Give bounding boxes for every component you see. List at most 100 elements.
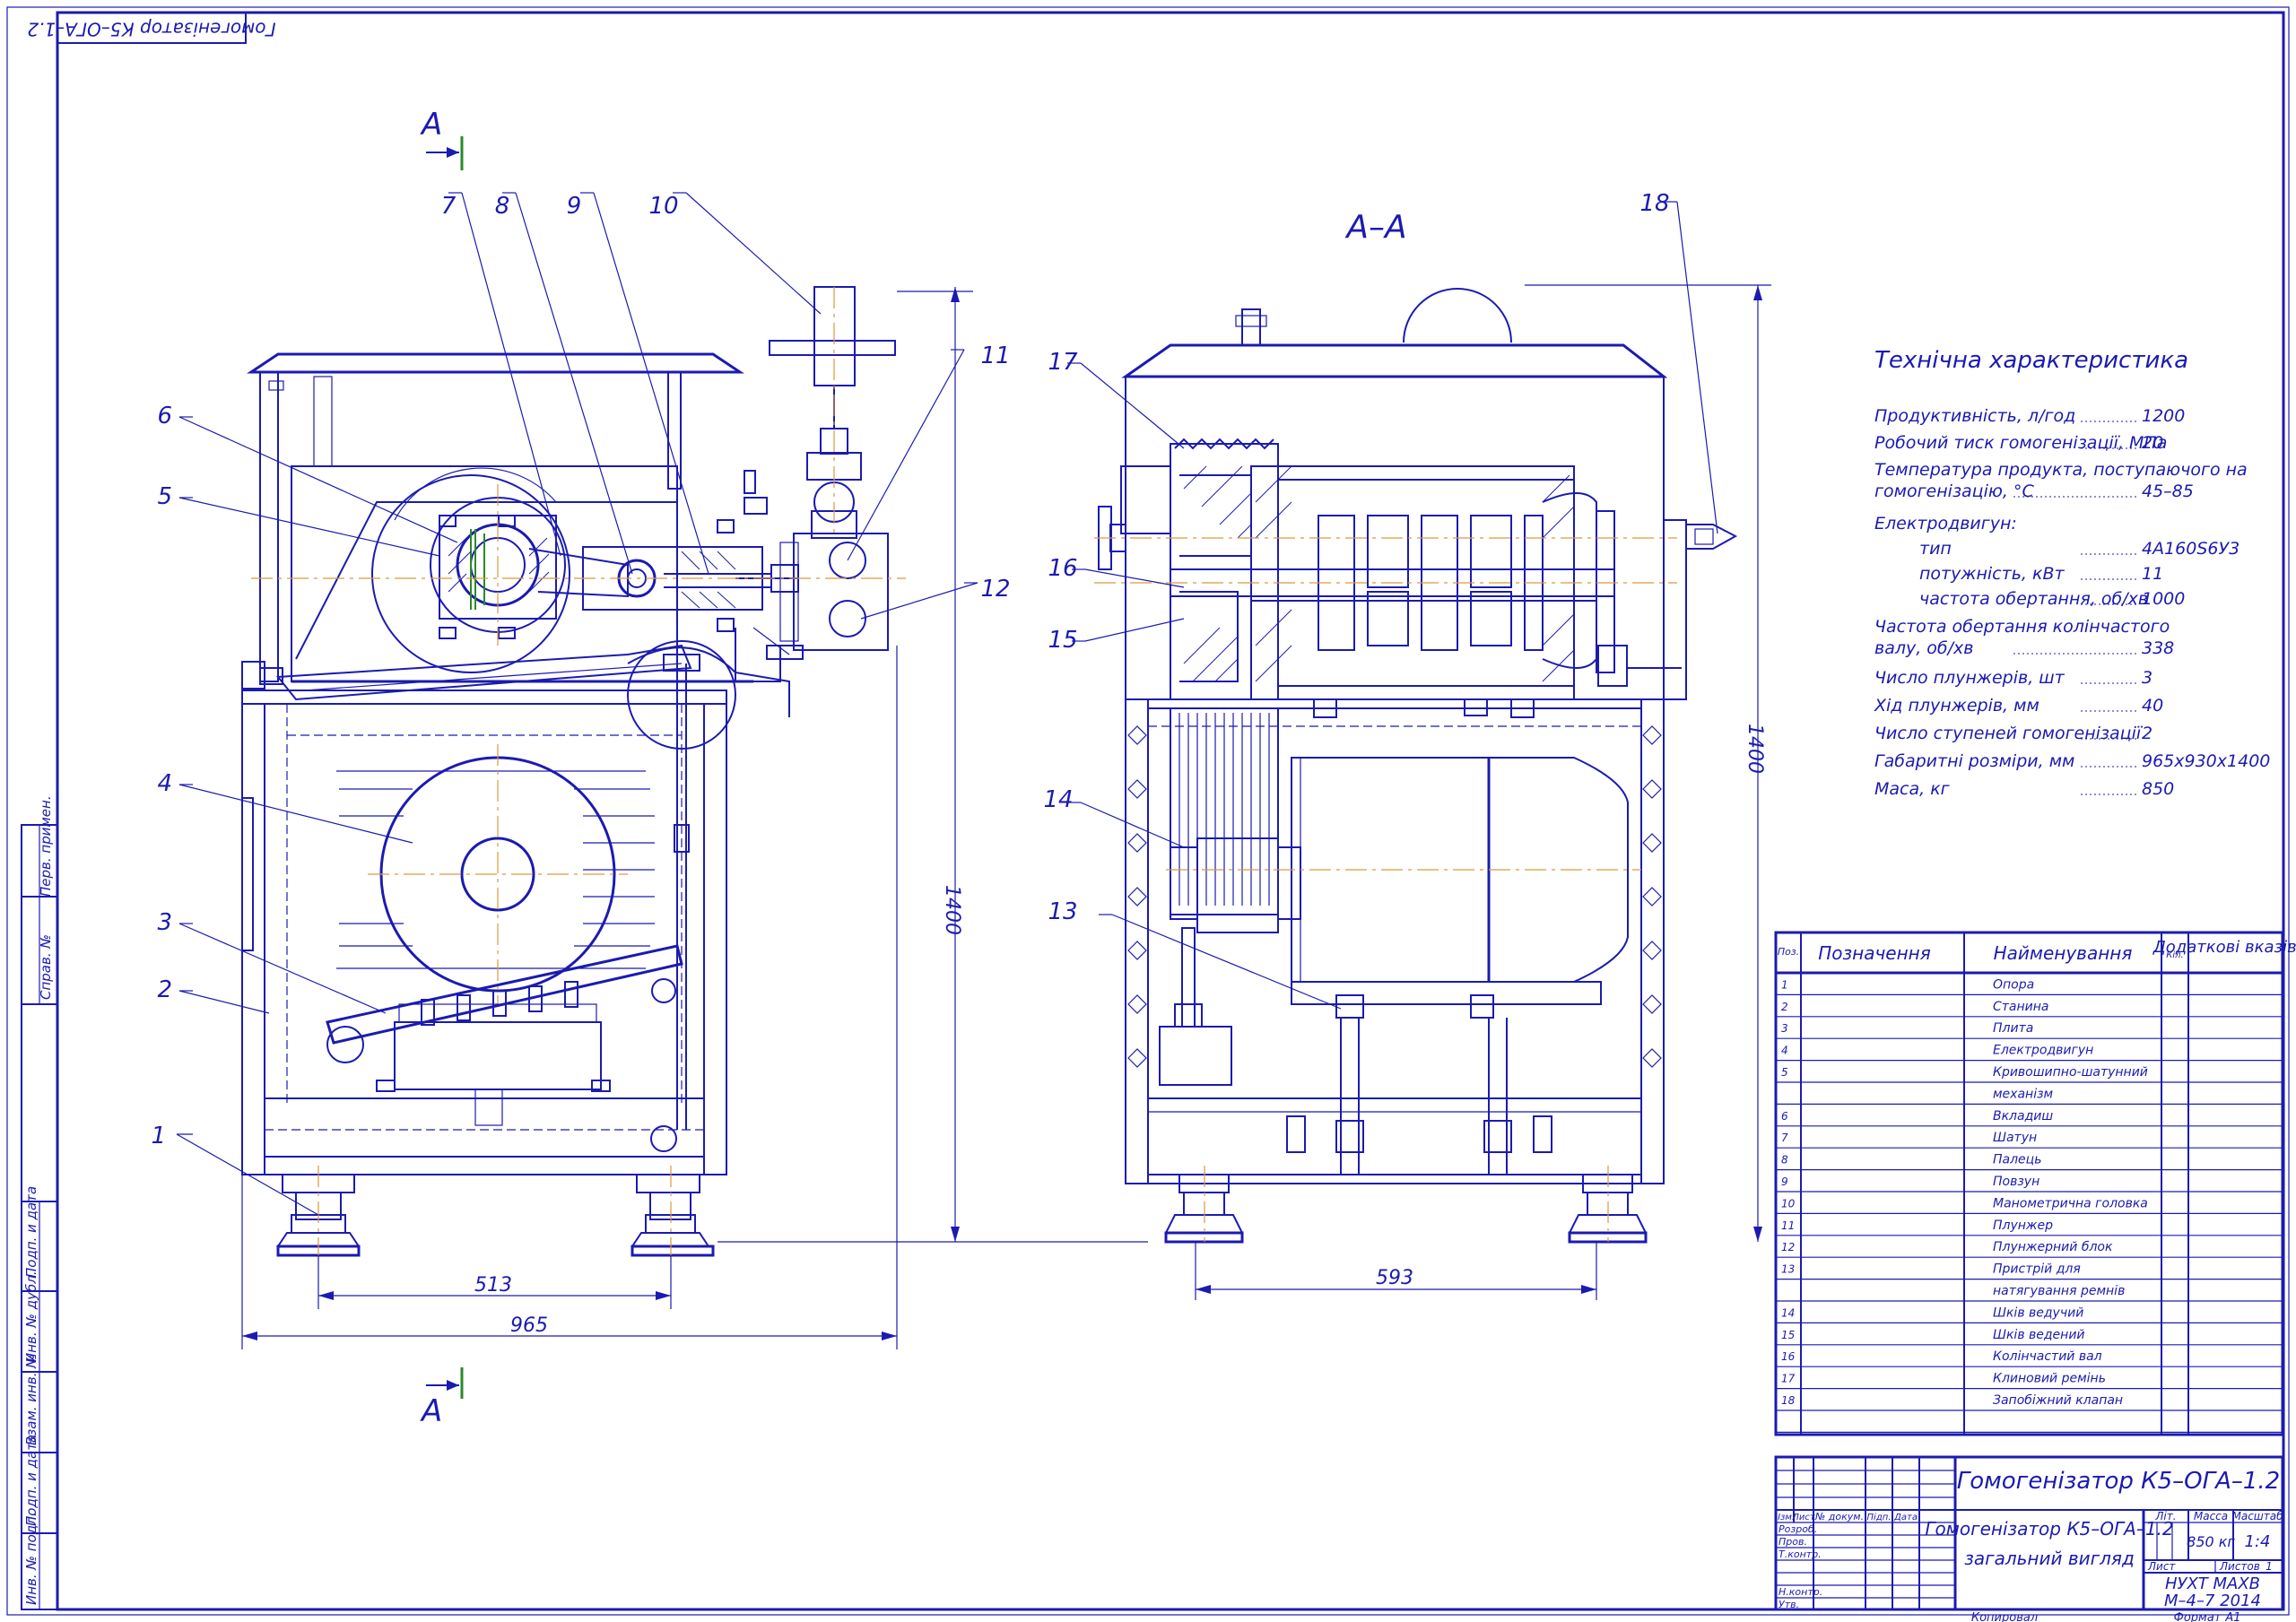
- title-block: Ізм Лист № докум. Підп. Дата Розроб. Про…: [1774, 1455, 2284, 1622]
- spec-value-8: 3: [2142, 668, 2152, 688]
- tb-sheets-value: 1: [2266, 1560, 2273, 1573]
- parts-row-name: Повзун: [1993, 1175, 2039, 1189]
- left-view: А А 513 965 1400 1 2 3 4 5 6 7 8 9 10 11…: [151, 107, 1148, 1429]
- parts-row-name: Кривошипно-шатунний: [1993, 1065, 2148, 1080]
- tb-format-label: Формат: [2174, 1611, 2222, 1622]
- section-mark-top: А: [420, 107, 442, 143]
- parts-header-pos: Поз.: [1778, 946, 1799, 958]
- tb-scale-label: Масштаб: [2231, 1510, 2283, 1522]
- spec-label-6: частота обертання, об/хв: [1919, 589, 2148, 609]
- callout-2: 2: [157, 976, 172, 1003]
- tb-designation: Гомогенізатор К5–ОГА–1.2: [1957, 1468, 2280, 1495]
- tb-scale-value: 1:4: [2245, 1532, 2271, 1551]
- parts-row-name: Клиновий ремінь: [1993, 1372, 2106, 1386]
- parts-row-pos: 12: [1781, 1241, 1795, 1253]
- parts-row-name: Плита: [1993, 1021, 2033, 1036]
- callout-8: 8: [495, 193, 510, 220]
- spec-value-6: 1000: [2142, 589, 2185, 609]
- parts-row-pos: 9: [1781, 1175, 1788, 1188]
- parts-row-pos: 2: [1781, 1001, 1788, 1013]
- side-stamp-4: Инв. № дубл.: [23, 1271, 39, 1363]
- tb-lit-label: Літ.: [2154, 1510, 2176, 1522]
- tb-row-nkontr: Н.контр.: [1779, 1586, 1822, 1598]
- top-stamp-text: Гомогенізатор К5–ОГА–1.2: [27, 19, 275, 40]
- tb-col-doc: № докум.: [1814, 1511, 1864, 1522]
- dim-513: 513: [474, 1274, 512, 1297]
- parts-row-name: Плунжер: [1993, 1219, 2053, 1233]
- parts-row-name: Палець: [1993, 1153, 2041, 1167]
- callout-16: 16: [1048, 555, 1077, 582]
- spec-value-12: 850: [2142, 779, 2174, 799]
- parts-row-name: Вкладиш: [1993, 1109, 2053, 1123]
- callout-10: 10: [648, 193, 678, 220]
- parts-row-pos: 18: [1781, 1394, 1796, 1407]
- callout-4: 4: [157, 770, 172, 797]
- parts-row-pos: 1: [1781, 978, 1788, 991]
- parts-row-pos: 5: [1781, 1066, 1788, 1079]
- parts-row-name: Плунжерний блок: [1993, 1240, 2113, 1254]
- tb-copied: Копировал: [1971, 1611, 2038, 1622]
- parts-row-pos: 14: [1781, 1306, 1795, 1319]
- parts-row-name: Електродвигун: [1993, 1044, 2093, 1058]
- tb-col-date: Дата: [1893, 1513, 1918, 1522]
- spec-label-8: Число плунжерів, шт: [1874, 668, 2066, 688]
- tb-mass-label: Масса: [2194, 1510, 2228, 1522]
- parts-row-pos: 4: [1781, 1045, 1788, 1057]
- right-view: А–А 593 1400 13 14 15 16 17 18: [1043, 190, 1771, 1300]
- parts-row-name: Манометрична головка: [1993, 1196, 2148, 1210]
- spec-value-5: 11: [2142, 564, 2163, 584]
- callout-5: 5: [157, 483, 172, 510]
- side-stamp-3: Подп. и дата: [23, 1186, 39, 1278]
- tb-col-izm: Ізм: [1778, 1513, 1792, 1522]
- side-stamp-2: Справ. №: [38, 934, 54, 1000]
- parts-header-designation: Позначення: [1818, 942, 1931, 964]
- parts-row-pos: 6: [1781, 1110, 1788, 1123]
- spec-value-4: 4А160S6У3: [2142, 539, 2239, 559]
- callout-15: 15: [1048, 627, 1077, 654]
- tb-row-prov: Пров.: [1779, 1536, 1807, 1548]
- spec-label-11: Габаритні розміри, мм: [1874, 751, 2074, 771]
- parts-row-name: Опора: [1993, 977, 2034, 992]
- callout-6: 6: [157, 403, 172, 429]
- section-view-title: А–А: [1344, 209, 1406, 246]
- callout-14: 14: [1043, 786, 1073, 813]
- parts-row-pos: 7: [1781, 1132, 1788, 1144]
- parts-row-name: Колінчастий вал: [1993, 1349, 2102, 1364]
- callout-3: 3: [157, 909, 172, 936]
- drawing-sheet: Гомогенізатор К5–ОГА–1.2 Перв. примен. С…: [6, 6, 2296, 1622]
- spec-value-7: 338: [2142, 638, 2174, 658]
- parts-row-pos: 17: [1781, 1373, 1796, 1385]
- callout-12: 12: [980, 576, 1010, 603]
- tb-col-sign: Підп.: [1867, 1512, 1892, 1522]
- parts-row-pos: 16: [1781, 1350, 1796, 1363]
- callout-9: 9: [567, 193, 582, 220]
- callout-13: 13: [1048, 898, 1077, 925]
- parts-row-name: механізм: [1993, 1087, 2054, 1101]
- tb-mass-value: 850 кг: [2187, 1533, 2235, 1550]
- tb-org-line1: НУХТ МАХВ: [2165, 1574, 2260, 1593]
- tb-col-list: Лист: [1791, 1513, 1816, 1522]
- parts-row-pos: 13: [1781, 1263, 1795, 1276]
- spec-label-5: потужність, кВт: [1919, 564, 2065, 584]
- parts-row-pos: 10: [1781, 1197, 1796, 1210]
- tb-row-tkontr: Т.контр.: [1779, 1548, 1822, 1560]
- parts-row-pos: 15: [1781, 1329, 1795, 1341]
- top-stamp: Гомогенізатор К5–ОГА–1.2: [27, 12, 276, 44]
- callout-18: 18: [1639, 190, 1669, 217]
- tb-org-line2: М–4–7 2014: [2164, 1592, 2261, 1610]
- parts-row-name: Шків ведений: [1993, 1328, 2085, 1342]
- callout-11: 11: [980, 343, 1010, 369]
- spec-label-0: Продуктивність, л/год: [1874, 406, 2075, 426]
- parts-row-name: Пристрій для: [1993, 1262, 2081, 1277]
- spec-value-0: 1200: [2142, 406, 2185, 426]
- side-stamp-column: Перв. примен. Справ. № Подп. и дата Инв.…: [21, 795, 58, 1610]
- specs-title: Технічна характеристика: [1874, 347, 2188, 374]
- dim-965: 965: [510, 1314, 548, 1337]
- tb-row-razrab: Розроб.: [1779, 1523, 1817, 1535]
- spec-value-10: 2: [2142, 724, 2152, 743]
- callout-1: 1: [151, 1123, 166, 1149]
- parts-row-name: Шків ведучий: [1993, 1305, 2083, 1320]
- parts-header-name: Найменування: [1994, 942, 2133, 964]
- parts-table: Поз. Позначення Найменування Кіл. Додатк…: [1774, 931, 2296, 1436]
- parts-row-name: Запобіжний клапан: [1993, 1393, 2123, 1408]
